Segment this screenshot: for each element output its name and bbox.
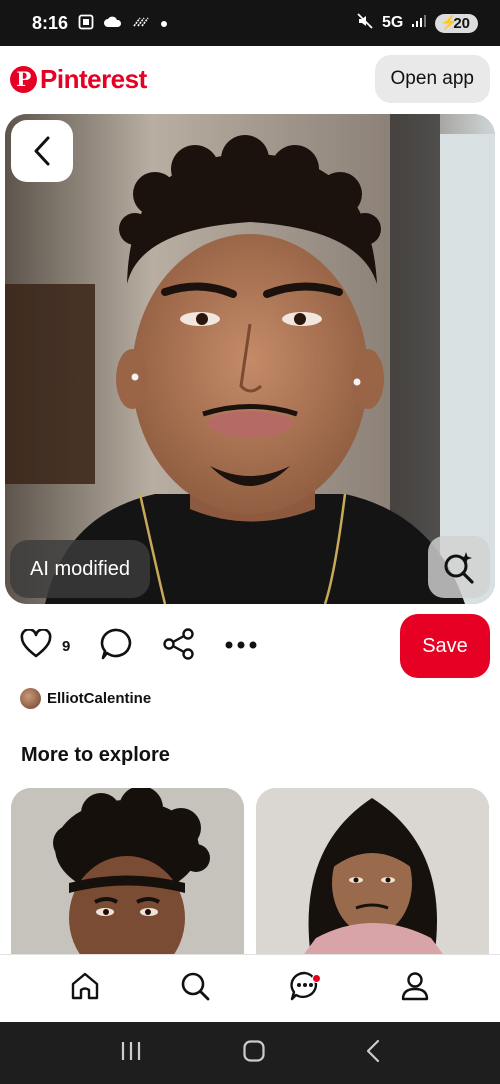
- home-icon: [69, 970, 101, 1007]
- heart-icon: [20, 627, 52, 664]
- comment-button[interactable]: [100, 627, 134, 666]
- more-options-button[interactable]: [224, 637, 258, 655]
- more-icon: [224, 637, 258, 655]
- more-to-explore-heading: More to explore: [21, 744, 170, 766]
- pin-actions: 9 Save: [0, 612, 500, 680]
- system-navigation: [0, 1022, 500, 1084]
- bottom-navigation: [0, 954, 500, 1022]
- signal-icon: [411, 14, 427, 33]
- like-button[interactable]: 9: [20, 627, 71, 664]
- lens-sparkle-icon: [442, 550, 476, 584]
- battery-charging-icon: ⚡ 20: [435, 13, 478, 33]
- status-time: 8:16: [32, 12, 69, 33]
- explore-pin-image: [256, 788, 489, 958]
- explore-pin-image: [11, 788, 244, 958]
- search-icon: [179, 970, 211, 1007]
- status-left: 8:16: [32, 13, 168, 34]
- header: P Pinterest Open app: [0, 46, 500, 112]
- portrait-illustration: [5, 114, 495, 604]
- nav-search[interactable]: [171, 965, 219, 1013]
- comment-icon: [100, 627, 134, 666]
- save-button[interactable]: Save: [400, 614, 490, 678]
- back-button[interactable]: [11, 120, 73, 182]
- back-icon[interactable]: [365, 1039, 381, 1068]
- chevron-left-icon: [30, 135, 54, 167]
- nav-home[interactable]: [61, 965, 109, 1013]
- share-icon: [162, 627, 196, 666]
- status-right: 5G ⚡ 20: [356, 12, 478, 35]
- status-bar: 8:16 5G ⚡ 20: [0, 0, 500, 46]
- profile-icon: [399, 970, 431, 1007]
- notification-dot: [312, 973, 321, 983]
- pinterest-logo-icon: P: [10, 65, 37, 93]
- pinterest-logo[interactable]: P Pinterest: [10, 64, 147, 95]
- explore-pin-card[interactable]: [11, 788, 244, 958]
- logo-text: Pinterest: [40, 63, 147, 94]
- cloud-icon: [104, 15, 122, 31]
- creator-name: ElliotCalentine: [47, 690, 152, 707]
- bolt-icon: ⚡: [440, 13, 458, 30]
- explore-pin-card[interactable]: [256, 788, 489, 958]
- home-button-icon[interactable]: [242, 1039, 266, 1068]
- network-type: 5G: [381, 14, 404, 31]
- screenshot-icon: [78, 14, 94, 33]
- visual-search-button[interactable]: [428, 536, 490, 598]
- creator-link[interactable]: ElliotCalentine: [20, 688, 151, 709]
- nav-profile[interactable]: [391, 965, 439, 1013]
- ai-modified-badge[interactable]: AI modified: [10, 540, 151, 598]
- mute-icon: [356, 12, 374, 35]
- pin-image[interactable]: AI modified: [5, 114, 495, 604]
- open-app-button[interactable]: Open app: [374, 55, 490, 103]
- avatar: [20, 688, 41, 709]
- share-button[interactable]: [162, 627, 196, 666]
- nav-messages[interactable]: [281, 965, 329, 1013]
- dot-icon: [160, 15, 168, 31]
- like-count: 9: [62, 637, 71, 655]
- recents-icon[interactable]: [119, 1040, 143, 1067]
- signal-strength-icon: [132, 15, 150, 31]
